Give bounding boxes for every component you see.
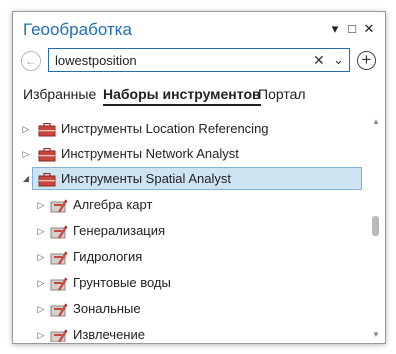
- scrollbar-thumb[interactable]: [372, 216, 379, 236]
- expand-arrow-icon[interactable]: ▷: [36, 324, 46, 342]
- tree-item-label: Гидрология: [73, 249, 143, 264]
- tabs: Избранные Наборы инструментов Портал: [13, 82, 385, 110]
- expand-arrow-icon[interactable]: ▷: [21, 143, 31, 165]
- tree-item-label: Зональные: [73, 301, 141, 316]
- toolset-icon: [50, 224, 68, 239]
- expand-arrow-icon[interactable]: ▷: [36, 246, 46, 268]
- expand-arrow-icon[interactable]: ▷: [21, 118, 31, 140]
- search-box[interactable]: ✕ ⌄: [48, 48, 350, 72]
- clear-search-icon[interactable]: ✕: [313, 52, 325, 68]
- tree-item-label: Инструменты Spatial Analyst: [61, 171, 231, 186]
- search-row: ← ✕ ⌄ +: [13, 48, 385, 76]
- tree-item-label: Генерализация: [73, 223, 166, 238]
- tree-item-label: Инструменты Network Analyst: [61, 146, 239, 161]
- chevron-down-icon[interactable]: ⌄: [333, 51, 344, 69]
- collapse-arrow-icon[interactable]: ◢: [21, 168, 31, 190]
- expand-arrow-icon[interactable]: ▷: [36, 220, 46, 242]
- toolset-icon: [50, 250, 68, 265]
- toolbox-tree: ▷ Инструменты Location Referencing ▷ Инс…: [13, 116, 368, 342]
- tree-item-label: Извлечение: [73, 327, 145, 342]
- pane-options-icon[interactable]: ▾: [327, 21, 343, 37]
- toolset-icon: [50, 302, 68, 317]
- toolbox-icon: [38, 122, 56, 137]
- toolset-icon: [50, 328, 68, 342]
- scroll-down-icon[interactable]: ▼: [372, 330, 380, 339]
- close-icon[interactable]: ✕: [361, 21, 377, 37]
- expand-arrow-icon[interactable]: ▷: [36, 298, 46, 320]
- tree-item-label: Грунтовые воды: [73, 275, 171, 290]
- tab-favorites[interactable]: Избранные: [23, 86, 96, 102]
- expand-arrow-icon[interactable]: ▷: [36, 194, 46, 216]
- search-input[interactable]: [55, 51, 305, 69]
- toolset-icon: [50, 276, 68, 291]
- tree-item-label: Инструменты Location Referencing: [61, 121, 269, 136]
- tab-toolboxes[interactable]: Наборы инструментов: [103, 86, 261, 106]
- toolbox-icon: [38, 172, 56, 187]
- tree-item-label: Алгебра карт: [73, 197, 153, 212]
- geoprocessing-pane: Геообработка ▾ □ ✕ ← ✕ ⌄ + Избранные Наб…: [12, 11, 386, 344]
- scroll-up-icon[interactable]: ▲: [372, 117, 380, 126]
- toolbox-icon: [38, 147, 56, 162]
- vertical-scrollbar[interactable]: ▲ ▼: [368, 116, 385, 342]
- pane-title: Геообработка: [23, 20, 132, 39]
- expand-arrow-icon[interactable]: ▷: [36, 272, 46, 294]
- add-icon[interactable]: +: [357, 51, 376, 70]
- back-icon[interactable]: ←: [21, 51, 41, 71]
- tab-portal[interactable]: Портал: [258, 86, 306, 102]
- toolset-icon: [50, 198, 68, 213]
- maximize-icon[interactable]: □: [344, 21, 360, 37]
- pane-titlebar: Геообработка ▾ □ ✕: [13, 12, 385, 48]
